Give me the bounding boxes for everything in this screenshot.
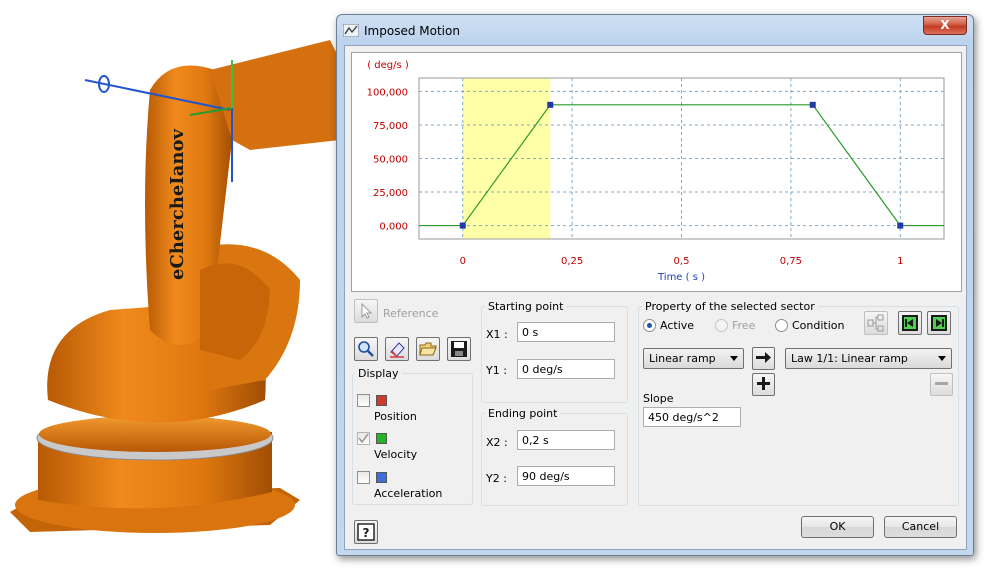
velocity-label: Velocity <box>374 448 418 461</box>
folder-open-icon <box>419 342 437 356</box>
watermark-text: eChercheIanov <box>167 129 188 280</box>
eraser-icon <box>390 342 405 358</box>
sector-property-group <box>638 306 959 506</box>
slope-input[interactable]: 450 deg/s^2 <box>643 407 741 427</box>
x-tick-label: 0,75 <box>780 256 802 267</box>
x2-input[interactable]: 0,2 s <box>517 430 615 450</box>
y1-input[interactable]: 0 deg/s <box>517 359 615 379</box>
next-sector-icon <box>931 315 947 331</box>
sector-type-combo[interactable]: Linear ramp <box>643 348 744 369</box>
acceleration-color-swatch <box>376 472 387 483</box>
apply-law-button[interactable] <box>752 347 775 370</box>
y-tick-label: 100,000 <box>367 87 408 98</box>
title-bar[interactable]: Imposed Motion X <box>337 15 973 45</box>
velocity-color-swatch <box>376 433 387 444</box>
next-sector-button[interactable] <box>927 311 951 335</box>
checkmark-icon <box>358 433 369 444</box>
x-tick-label: 0 <box>460 256 466 267</box>
position-checkbox[interactable] <box>357 394 370 407</box>
slope-label: Slope <box>643 392 674 405</box>
remove-law-button[interactable] <box>930 373 953 396</box>
svg-text:?: ? <box>363 526 370 540</box>
x-tick-label: 1 <box>897 256 903 267</box>
reference-label: Reference <box>383 307 439 320</box>
imposed-motion-dialog: Imposed Motion X 100,000 75,000 50,000 25,0… <box>336 14 974 556</box>
chevron-down-icon <box>730 356 738 361</box>
x-tick-label: 0,25 <box>561 256 583 267</box>
previous-sector-icon <box>902 315 918 331</box>
condition-label: Condition <box>792 319 845 332</box>
y-tick-label: 50,000 <box>373 155 408 166</box>
x-tick-label: 0,5 <box>674 256 690 267</box>
condition-radio[interactable] <box>775 319 788 332</box>
position-label: Position <box>374 410 417 423</box>
cancel-button[interactable]: Cancel <box>884 516 957 538</box>
close-button[interactable]: X <box>923 16 967 35</box>
y2-label: Y2 : <box>486 472 507 485</box>
motion-chart-panel: 100,000 75,000 50,000 25,000 0,000 0 0,25 0,5 0,… <box>351 52 962 292</box>
law-combo[interactable]: Law 1/1: Linear ramp <box>785 348 952 369</box>
window-title: Imposed Motion <box>364 24 460 38</box>
help-button[interactable]: ? <box>354 520 378 544</box>
zoom-icon <box>358 341 374 357</box>
velocity-chart[interactable]: 100,000 75,000 50,000 25,000 0,000 0 0,25 0,5 0,… <box>352 53 961 291</box>
save-button[interactable] <box>447 337 471 361</box>
y1-label: Y1 : <box>486 364 507 377</box>
plus-icon <box>757 377 770 390</box>
sector-type-value: Linear ramp <box>649 352 716 365</box>
x2-label: X2 : <box>486 436 508 449</box>
zoom-button[interactable] <box>354 337 378 361</box>
minus-icon <box>935 382 948 385</box>
starting-point-title: Starting point <box>485 300 567 313</box>
display-group <box>352 373 473 505</box>
sector-boundary-point <box>809 101 816 108</box>
display-group-title: Display <box>355 367 402 380</box>
active-radio[interactable] <box>643 319 656 332</box>
dialog-client-area: 100,000 75,000 50,000 25,000 0,000 0 0,25 0,5 0,… <box>344 45 967 550</box>
ending-point-title: Ending point <box>485 407 561 420</box>
sector-property-title: Property of the selected sector <box>642 300 818 313</box>
x1-input[interactable]: 0 s <box>517 322 615 342</box>
starting-point-group <box>481 306 628 403</box>
ok-button[interactable]: OK <box>801 516 874 538</box>
chevron-down-icon <box>938 356 946 361</box>
y-axis-label: ( deg/s ) <box>367 60 409 71</box>
erase-button[interactable] <box>385 337 409 361</box>
x1-label: X1 : <box>486 328 508 341</box>
acceleration-checkbox[interactable] <box>357 471 370 484</box>
x-axis-label: Time ( s ) <box>657 272 705 283</box>
free-label: Free <box>732 319 756 332</box>
active-label: Active <box>660 319 695 332</box>
free-radio[interactable] <box>715 319 728 332</box>
y-tick-label: 25,000 <box>373 188 408 199</box>
velocity-checkbox[interactable] <box>357 432 370 445</box>
law-value: Law 1/1: Linear ramp <box>791 352 908 365</box>
previous-sector-button[interactable] <box>898 311 922 335</box>
split-icon <box>867 314 884 332</box>
sector-boundary-point <box>459 222 466 229</box>
y-tick-label: 75,000 <box>373 121 408 132</box>
arrow-right-icon <box>756 352 771 363</box>
position-color-swatch <box>376 395 387 406</box>
sector-boundary-point <box>547 101 554 108</box>
save-disk-icon <box>451 341 467 357</box>
robot-arm-3d-view: eChercheIanov <box>10 40 340 533</box>
acceleration-label: Acceleration <box>374 487 443 500</box>
open-button[interactable] <box>416 337 440 361</box>
app-icon <box>343 24 359 37</box>
add-law-button[interactable] <box>752 373 775 396</box>
split-sector-button[interactable] <box>864 311 888 335</box>
reference-cursor-button[interactable] <box>354 299 378 323</box>
sector-boundary-point <box>897 222 904 229</box>
help-icon: ? <box>357 523 375 541</box>
y2-input[interactable]: 90 deg/s <box>517 466 615 486</box>
ending-point-group <box>481 413 628 506</box>
y-tick-label: 0,000 <box>379 222 408 233</box>
